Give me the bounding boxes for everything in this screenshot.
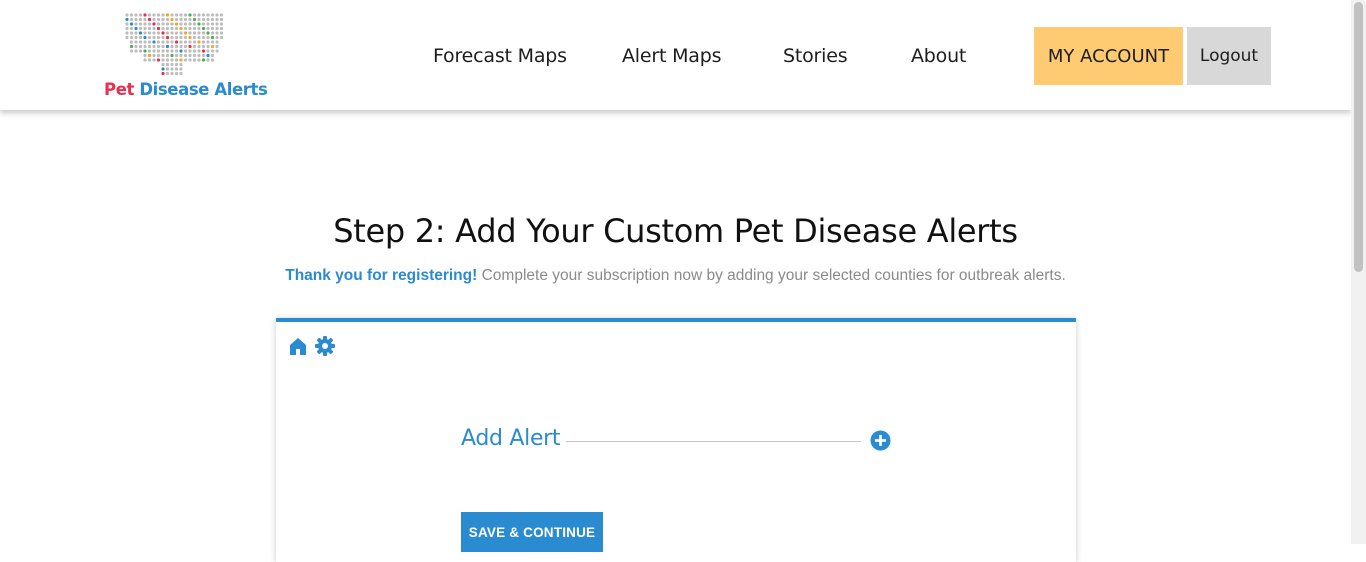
site-header: Pet Disease Alerts Forecast Maps Alert M… — [0, 0, 1351, 110]
logout-button[interactable]: Logout — [1187, 27, 1271, 85]
add-alert-plus-icon[interactable] — [870, 430, 891, 456]
page-title: Step 2: Add Your Custom Pet Disease Aler… — [333, 212, 1018, 250]
nav-forecast-maps[interactable]: Forecast Maps — [433, 45, 567, 67]
nav-stories[interactable]: Stories — [783, 45, 848, 67]
thanks-text: Thank you for registering! — [285, 267, 478, 284]
divider — [566, 441, 861, 442]
gear-icon[interactable] — [314, 335, 336, 362]
logo-text: Pet Disease Alerts — [104, 80, 268, 99]
logo-text-rest: Disease Alerts — [133, 80, 268, 99]
site-logo[interactable]: Pet Disease Alerts — [104, 12, 268, 102]
logo-text-pet: Pet — [104, 80, 134, 99]
scrollbar-thumb[interactable] — [1354, 2, 1363, 272]
my-account-button[interactable]: MY ACCOUNT — [1034, 27, 1183, 85]
nav-alert-maps[interactable]: Alert Maps — [622, 45, 721, 67]
vertical-scrollbar[interactable] — [1351, 0, 1366, 544]
page-subtitle: Thank you for registering! Complete your… — [0, 267, 1351, 285]
save-continue-button[interactable]: SAVE & CONTINUE — [461, 512, 603, 552]
add-alert-label: Add Alert — [461, 426, 561, 451]
us-map-icon — [125, 13, 224, 76]
subtitle-text: Complete your subscription now by adding… — [477, 267, 1066, 284]
alert-card: Add Alert SAVE & CONTINUE — [276, 318, 1076, 562]
home-icon[interactable] — [288, 336, 308, 361]
nav-about[interactable]: About — [911, 45, 966, 67]
